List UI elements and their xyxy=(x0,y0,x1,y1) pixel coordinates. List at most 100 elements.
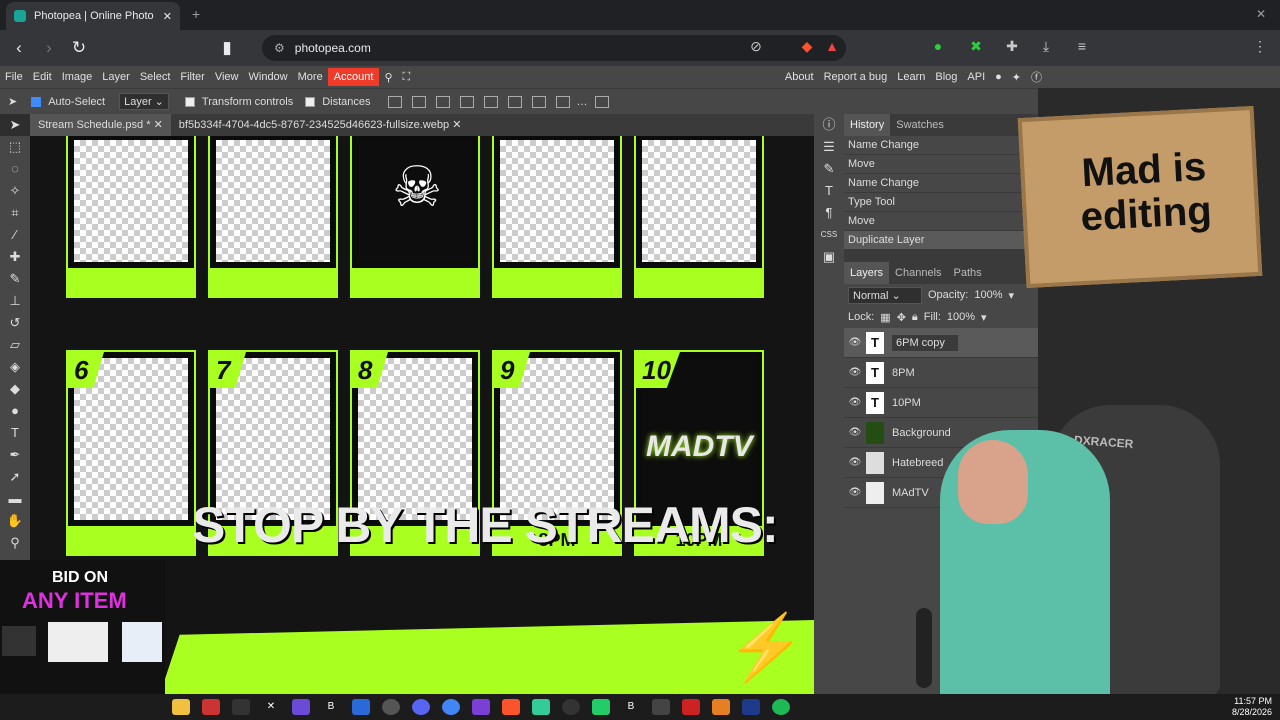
menu-image[interactable]: Image xyxy=(57,71,98,83)
type-tool-icon[interactable]: T xyxy=(0,422,30,444)
app-red2-icon[interactable] xyxy=(682,699,700,715)
info-icon[interactable]: ⓘ xyxy=(814,114,844,136)
app-b2-icon[interactable]: B xyxy=(622,699,640,715)
extension-green-icon[interactable]: ● xyxy=(928,38,948,58)
menu-filter[interactable]: Filter xyxy=(175,71,209,83)
menu-edit[interactable]: Edit xyxy=(28,71,57,83)
app-b-icon[interactable]: B xyxy=(322,699,340,715)
history-item[interactable]: Duplicate Layer xyxy=(844,231,1038,250)
tab-history[interactable]: History xyxy=(844,114,891,136)
image-icon[interactable]: ▣ xyxy=(814,246,844,268)
visibility-icon[interactable]: 👁︎ xyxy=(844,427,866,438)
distances-checkbox[interactable] xyxy=(305,96,316,107)
brave-icon[interactable] xyxy=(502,699,520,715)
menu-window[interactable]: Window xyxy=(244,71,293,83)
grid-icon[interactable] xyxy=(594,95,609,108)
shape-tool-icon[interactable]: ▬ xyxy=(0,488,30,510)
blur-tool-icon[interactable]: ◆ xyxy=(0,378,30,400)
tab-layers[interactable]: Layers xyxy=(844,262,890,284)
pen-tool-icon[interactable]: ✒ xyxy=(0,444,30,466)
lasso-tool-icon[interactable]: ◌ xyxy=(0,158,30,180)
menu-layer[interactable]: Layer xyxy=(97,71,135,83)
browser-menu-icon[interactable]: ⋮ xyxy=(1250,38,1270,58)
layer-row[interactable]: 👁︎ T 8PM xyxy=(844,358,1038,388)
zoom-tool-icon[interactable]: ⚲ xyxy=(0,532,30,554)
more-options-icon[interactable]: … xyxy=(577,96,588,108)
history-item[interactable]: Move xyxy=(844,212,1038,231)
history-item[interactable]: Name Change xyxy=(844,174,1038,193)
menu-file[interactable]: File xyxy=(0,71,28,83)
app-play-icon[interactable] xyxy=(592,699,610,715)
paragraph-icon[interactable]: ¶ xyxy=(814,202,844,224)
menu-learn[interactable]: Learn xyxy=(897,71,925,83)
discord-icon[interactable] xyxy=(412,699,430,715)
menu-select[interactable]: Select xyxy=(135,71,176,83)
align-middle-icon[interactable] xyxy=(507,95,522,108)
brave-rewards-icon[interactable]: ▲ xyxy=(822,38,842,58)
visibility-icon[interactable]: 👁︎ xyxy=(844,337,866,348)
app-circle-icon[interactable] xyxy=(562,699,580,715)
download-icon[interactable]: ⤓ xyxy=(1036,38,1056,58)
brush-settings-icon[interactable]: ✎ xyxy=(814,158,844,180)
app-red-icon[interactable] xyxy=(202,699,220,715)
opacity-value[interactable]: 100% xyxy=(974,289,1002,301)
fill-value[interactable]: 100% xyxy=(947,311,975,323)
app-orange-icon[interactable] xyxy=(712,699,730,715)
history-item[interactable]: Move xyxy=(844,155,1038,174)
css-icon[interactable]: CSS xyxy=(814,224,844,246)
align-right-icon[interactable] xyxy=(459,95,474,108)
eyedropper-icon[interactable]: ⁄ xyxy=(0,224,30,246)
visibility-icon[interactable]: 👁︎ xyxy=(844,367,866,378)
tab-channels[interactable]: Channels xyxy=(889,267,947,279)
tab-paths[interactable]: Paths xyxy=(948,267,988,279)
marquee-tool-icon[interactable]: ⬚ xyxy=(0,136,30,158)
align-bottom-icon[interactable] xyxy=(531,95,546,108)
tab-swatches[interactable]: Swatches xyxy=(890,119,950,131)
playlist-icon[interactable]: ≡ xyxy=(1072,38,1092,58)
brush-tool-icon[interactable]: ✎ xyxy=(0,268,30,290)
auto-select-checkbox[interactable] xyxy=(31,96,42,107)
eraser-icon[interactable]: ▱ xyxy=(0,334,30,356)
new-tab-icon[interactable]: + xyxy=(192,6,200,22)
search-icon[interactable]: ⚲ xyxy=(379,71,397,84)
move-tool-icon[interactable]: ➤ xyxy=(8,95,17,108)
lock-pixels-icon[interactable]: ▦ xyxy=(880,311,890,324)
align-download-icon[interactable] xyxy=(387,95,402,108)
layer-row[interactable]: 👁︎ T 6PM copy xyxy=(844,328,1038,358)
visibility-icon[interactable]: 👁︎ xyxy=(844,457,866,468)
twitter-icon[interactable]: ✦ xyxy=(1012,71,1021,84)
extension-x-icon[interactable]: ✖ xyxy=(966,38,986,58)
site-info-icon[interactable]: ⚙ xyxy=(274,41,285,55)
browser-tab[interactable]: Photopea | Online Photo Edit ✕ xyxy=(6,2,180,30)
no-ads-icon[interactable]: ⊘ xyxy=(746,38,766,58)
hand-tool-icon[interactable]: ✋ xyxy=(0,510,30,532)
paint-bucket-icon[interactable]: ◈ xyxy=(0,356,30,378)
fill-dropdown-icon[interactable]: ▾ xyxy=(981,311,987,324)
history-item[interactable]: Type Tool xyxy=(844,193,1038,212)
spotify-icon[interactable] xyxy=(772,699,790,715)
menu-about[interactable]: About xyxy=(785,71,814,83)
lock-all-icon[interactable]: 🔒︎ xyxy=(912,311,918,324)
character-icon[interactable]: T xyxy=(814,180,844,202)
lock-position-icon[interactable]: ✥ xyxy=(897,311,906,324)
schedule-card[interactable] xyxy=(66,136,196,298)
menu-view[interactable]: View xyxy=(210,71,244,83)
bookmark-icon[interactable]: ▮ xyxy=(212,38,242,58)
schedule-card[interactable]: ☠ xyxy=(350,136,480,298)
align-left-icon[interactable] xyxy=(411,95,426,108)
schedule-card-6[interactable]: 6 xyxy=(66,350,196,556)
forward-icon[interactable]: › xyxy=(34,38,64,58)
app-square-icon[interactable] xyxy=(652,699,670,715)
align-top-icon[interactable] xyxy=(483,95,498,108)
window-close-icon[interactable]: ✕ xyxy=(1256,7,1266,21)
menu-more[interactable]: More xyxy=(293,71,328,83)
extensions-puzzle-icon[interactable]: ✚ xyxy=(1002,38,1022,58)
photoshop-icon[interactable] xyxy=(742,699,760,715)
menu-report-bug[interactable]: Report a bug xyxy=(824,71,888,83)
distribute-icon[interactable] xyxy=(555,95,570,108)
schedule-card[interactable] xyxy=(634,136,764,298)
crop-tool-icon[interactable]: ⌗ xyxy=(0,202,30,224)
close-doc-icon[interactable]: ✕ xyxy=(452,119,461,131)
visibility-icon[interactable]: 👁︎ xyxy=(844,487,866,498)
app-purple-icon[interactable] xyxy=(292,699,310,715)
